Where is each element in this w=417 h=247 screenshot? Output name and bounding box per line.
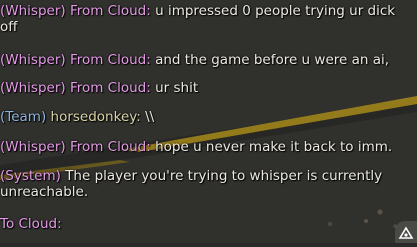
chat-message-text: and the game before u were an ai, <box>155 52 390 68</box>
chat-input-target-label: To Cloud: <box>0 216 62 232</box>
chat-message: (Whisper) From Cloud: ur shit <box>0 80 410 96</box>
chat-message-text: hope u never make it back to imm. <box>155 139 393 155</box>
chat-channel-label: (Whisper) From Cloud: <box>0 80 151 96</box>
chat-message-text-continued: off <box>0 19 18 35</box>
chat-options-icon[interactable] <box>395 221 417 243</box>
chat-channel-label: (Whisper) From Cloud: <box>0 52 151 68</box>
chat-message-text-continued: unreachable. <box>0 184 89 200</box>
chat-channel-label: (Whisper) From Cloud: <box>0 3 151 19</box>
chat-message-text: \\ <box>145 109 155 125</box>
chat-message-text: ur shit <box>155 80 199 96</box>
chat-channel-label: (Team) <box>0 109 47 125</box>
chat-message: (System) The player you're trying to whi… <box>0 168 410 200</box>
chat-sender-name[interactable]: horsedonkey: <box>51 109 141 125</box>
chat-message: (Whisper) From Cloud: hope u never make … <box>0 139 410 155</box>
chat-message: (Whisper) From Cloud: and the game befor… <box>0 52 410 68</box>
chat-message-text: u impressed 0 people trying ur dick <box>155 3 396 19</box>
chat-panel: (Whisper) From Cloud: u impressed 0 peop… <box>0 0 417 243</box>
chat-channel-label: (Whisper) From Cloud: <box>0 139 151 155</box>
chat-options-icon-glyph <box>398 226 414 239</box>
chat-message-text: The player you're trying to whisper is c… <box>65 168 383 184</box>
chat-message: (Team) horsedonkey: \\ <box>0 109 410 125</box>
chat-message: (Whisper) From Cloud: u impressed 0 peop… <box>0 3 410 35</box>
chat-input[interactable]: To Cloud: <box>0 216 380 234</box>
chat-channel-label: (System) <box>0 168 61 184</box>
